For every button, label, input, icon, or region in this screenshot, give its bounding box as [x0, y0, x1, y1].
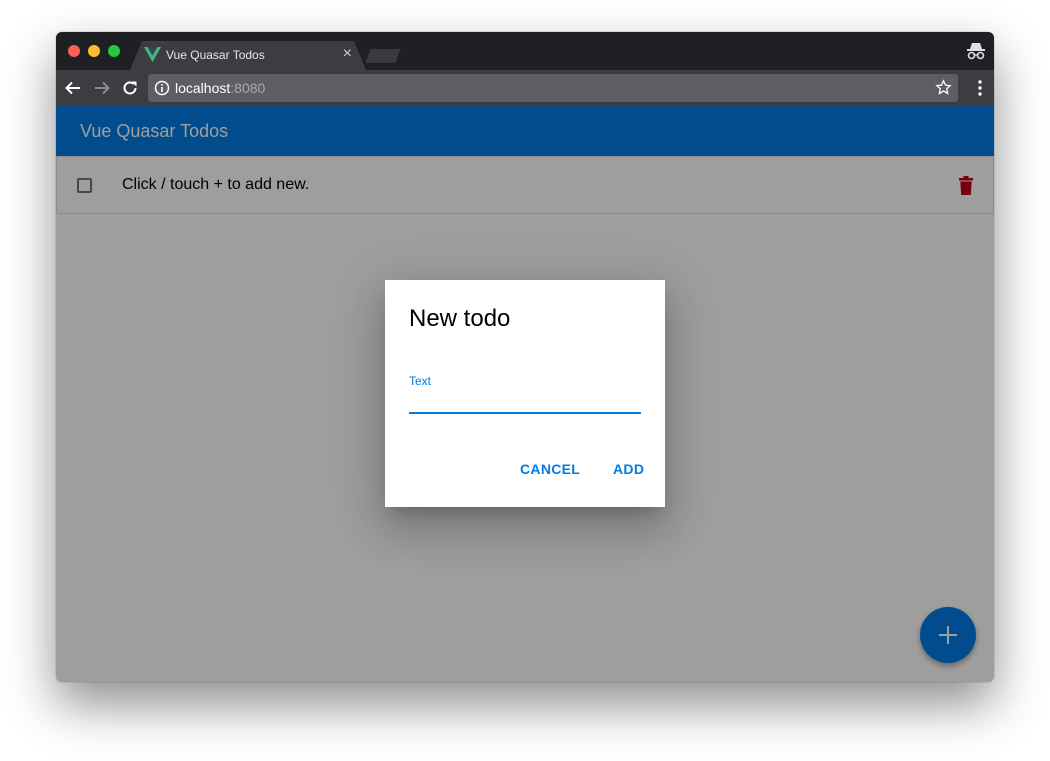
url-port: :8080	[230, 80, 266, 96]
back-arrow-icon[interactable]	[64, 79, 82, 97]
add-button[interactable]: ADD	[613, 461, 644, 477]
tab-strip: Vue Quasar Todos ×	[56, 32, 994, 70]
url-text: localhost:8080	[175, 80, 265, 96]
more-vert-icon[interactable]	[978, 79, 982, 97]
browser-window: Vue Quasar Todos × localhost:8080 Vue Qu…	[56, 32, 994, 682]
vue-logo-icon	[144, 47, 161, 62]
reload-icon[interactable]	[121, 79, 139, 97]
tab-close-icon[interactable]: ×	[343, 45, 352, 63]
window-maximize-button[interactable]	[108, 45, 120, 57]
new-todo-dialog: New todo Text CANCEL ADD	[385, 280, 665, 507]
url-host: localhost	[175, 80, 231, 96]
browser-toolbar: localhost:8080	[56, 70, 994, 106]
bookmark-star-icon[interactable]	[935, 79, 952, 96]
info-icon[interactable]	[154, 80, 170, 96]
cancel-button[interactable]: CANCEL	[520, 461, 580, 477]
browser-tab[interactable]: Vue Quasar Todos ×	[130, 41, 366, 70]
app-viewport: Vue Quasar Todos Click / touch + to add …	[56, 106, 994, 682]
incognito-icon	[967, 43, 985, 60]
address-bar[interactable]: localhost:8080	[148, 74, 958, 102]
dialog-title: New todo	[409, 305, 511, 332]
tab-title: Vue Quasar Todos	[166, 48, 265, 62]
forward-arrow-icon[interactable]	[93, 79, 111, 97]
window-minimize-button[interactable]	[88, 45, 100, 57]
todo-text-input[interactable]	[409, 388, 641, 414]
window-close-button[interactable]	[68, 45, 80, 57]
text-field-label: Text	[409, 374, 432, 388]
new-tab-button[interactable]	[365, 49, 401, 63]
